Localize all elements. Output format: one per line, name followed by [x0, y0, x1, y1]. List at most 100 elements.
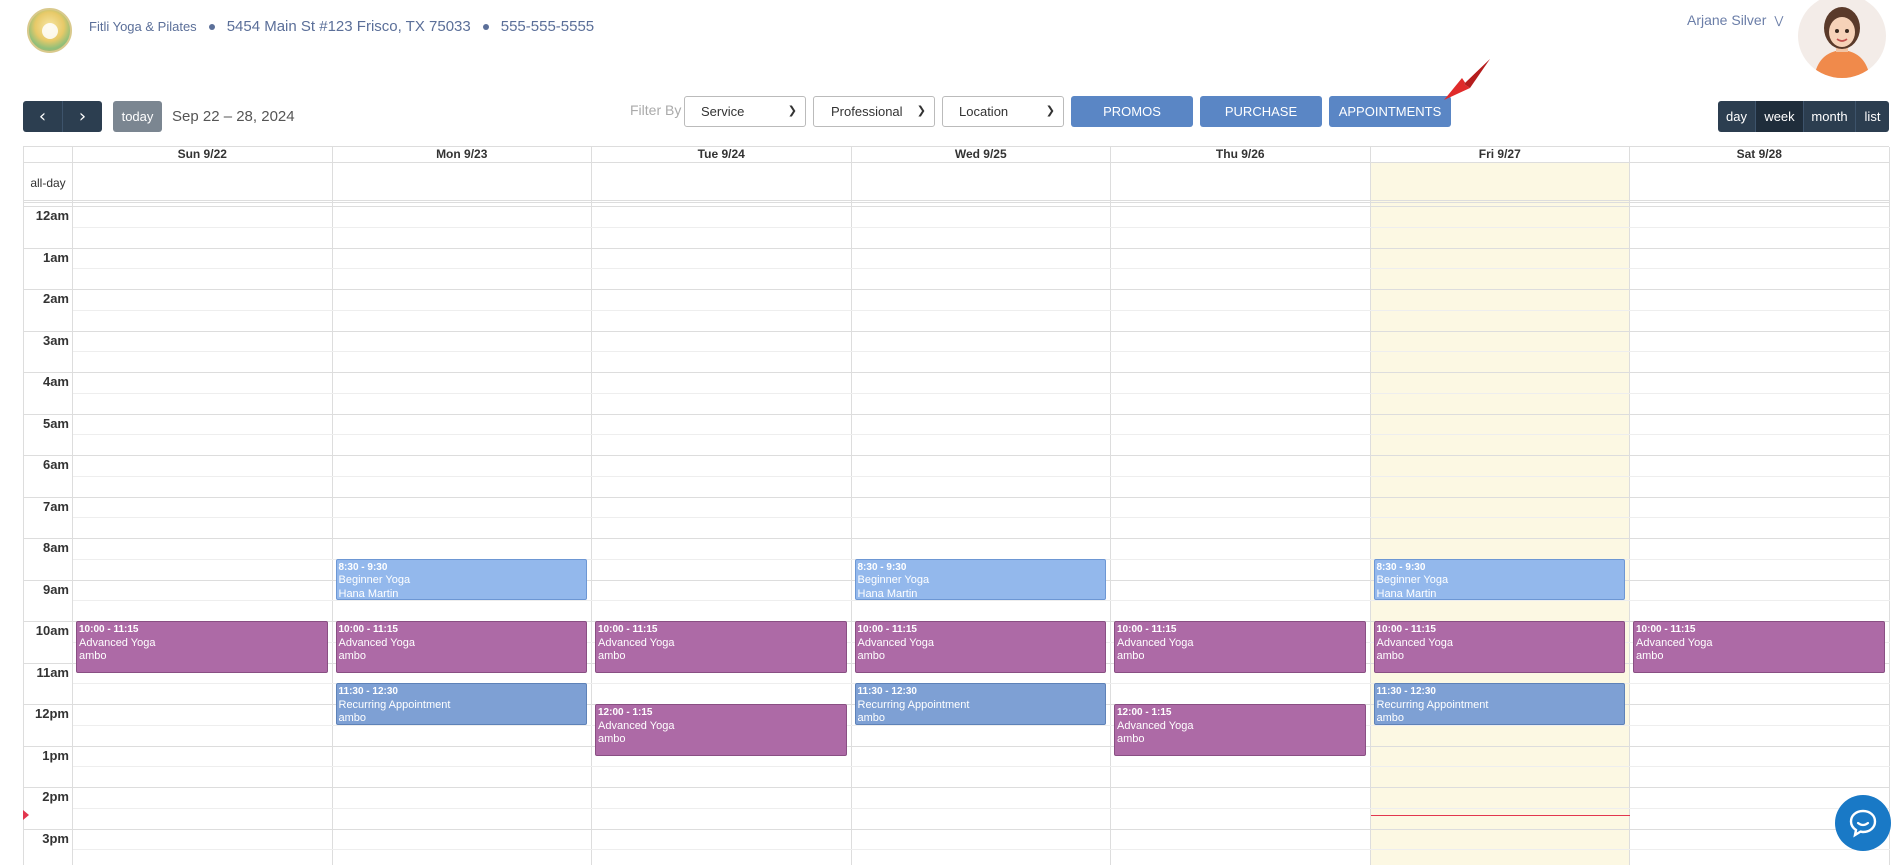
event-title: Advanced Yoga: [1636, 636, 1713, 649]
event-time: 10:00 - 11:15: [1117, 624, 1177, 635]
hour-line: [24, 745, 1890, 747]
calendar-event[interactable]: 12:00 - 1:15 Advanced Yoga ambo: [1114, 704, 1366, 756]
calendar-event[interactable]: 8:30 - 9:30 Beginner Yoga Hana Martin: [1373, 558, 1625, 601]
hour-line: [24, 206, 1890, 207]
chevron-right-icon: ›: [78, 106, 87, 127]
today-button[interactable]: today: [113, 101, 162, 132]
event-title: Recurring Appointment: [1376, 698, 1489, 711]
time-label: 1pm: [42, 747, 69, 763]
day-column[interactable]: [1370, 147, 1630, 865]
week-navigation: ‹ ›: [23, 101, 102, 132]
event-title: Beginner Yoga: [857, 574, 930, 587]
event-time: 10:00 - 11:15: [338, 624, 399, 635]
next-week-button[interactable]: ›: [63, 101, 102, 132]
chevron-down-icon: ❯: [916, 105, 926, 117]
event-time: 10:00 - 11:15: [598, 624, 658, 635]
time-label: 1am: [42, 249, 69, 265]
hour-line: [24, 372, 1890, 373]
hour-line: [24, 455, 1890, 456]
view-month-button[interactable]: month: [1804, 101, 1856, 132]
time-label: 9am: [42, 581, 69, 597]
event-professional: ambo: [338, 712, 367, 725]
calendar-event[interactable]: 10:00 - 11:15 Advanced Yoga ambo: [76, 621, 328, 673]
business-logo[interactable]: [27, 8, 72, 53]
hour-line: [24, 289, 1890, 290]
event-title: Advanced Yoga: [338, 636, 415, 649]
half-hour-line: [73, 309, 1890, 311]
service-select[interactable]: Service ❯: [684, 96, 806, 127]
purchase-button[interactable]: PURCHASE: [1200, 96, 1322, 127]
calendar-event[interactable]: 10:00 - 11:15 Advanced Yoga ambo: [1373, 621, 1625, 673]
now-indicator: [1370, 814, 1630, 816]
promos-button[interactable]: PROMOS: [1071, 96, 1193, 127]
half-hour-line: [73, 600, 1890, 602]
time-label: 7am: [42, 498, 69, 514]
day-header[interactable]: Sun 9/22: [73, 147, 333, 163]
event-professional: Hana Martin: [857, 587, 918, 600]
professional-select[interactable]: Professional ❯: [813, 96, 935, 127]
time-label: 2pm: [42, 789, 69, 804]
calendar-event[interactable]: 11:30 - 12:30 Recurring Appointment ambo: [1373, 683, 1625, 725]
event-title: Advanced Yoga: [1376, 636, 1453, 649]
event-professional: ambo: [598, 733, 626, 745]
event-time: 11:30 - 12:30: [338, 686, 399, 698]
view-list-button[interactable]: list: [1856, 101, 1889, 132]
calendar-event[interactable]: 10:00 - 11:15 Advanced Yoga ambo: [1114, 621, 1366, 673]
half-hour-line: [73, 849, 1890, 851]
chat-button[interactable]: [1835, 795, 1891, 851]
calendar-event[interactable]: 10:00 - 11:15 Advanced Yoga ambo: [854, 621, 1106, 673]
header-corner: [24, 147, 73, 163]
location-select[interactable]: Location ❯: [942, 96, 1064, 127]
day-column[interactable]: [73, 147, 333, 865]
calendar-event[interactable]: 8:30 - 9:30 Beginner Yoga Hana Martin: [854, 558, 1106, 601]
user-menu[interactable]: Arjane Silver ⋁: [1687, 12, 1783, 28]
event-professional: ambo: [857, 650, 886, 662]
day-header[interactable]: Mon 9/23: [332, 147, 592, 163]
event-professional: ambo: [1117, 650, 1145, 662]
day-header[interactable]: Thu 9/26: [1111, 147, 1371, 163]
event-title: Advanced Yoga: [1117, 636, 1194, 649]
time-label: 10am: [35, 623, 69, 638]
event-professional: ambo: [857, 712, 886, 725]
day-column[interactable]: [333, 147, 592, 865]
half-hour-line: [73, 724, 1890, 726]
event-title: Advanced Yoga: [598, 719, 675, 732]
event-title: Recurring Appointment: [338, 698, 451, 711]
calendar-event[interactable]: 11:30 - 12:30 Recurring Appointment ambo: [854, 683, 1106, 725]
location-select-value: Location: [959, 104, 1009, 119]
user-name: Arjane Silver: [1687, 12, 1767, 28]
red-arrow-icon: [1444, 59, 1490, 100]
business-phone: 555-555-5555: [500, 18, 595, 35]
calendar-event[interactable]: 10:00 - 11:15 Advanced Yoga ambo: [1633, 621, 1885, 673]
event-time: 10:00 - 11:15: [857, 624, 918, 635]
event-time: 11:30 - 12:30: [1376, 686, 1437, 698]
day-header[interactable]: Sat 9/28: [1630, 147, 1890, 163]
event-title: Beginner Yoga: [338, 574, 411, 587]
view-week-button[interactable]: week: [1756, 101, 1804, 132]
business-name: Fitli Yoga & Pilates: [89, 19, 197, 34]
view-day-button[interactable]: day: [1718, 101, 1756, 132]
day-header[interactable]: Fri 9/27: [1370, 147, 1630, 163]
event-title: Beginner Yoga: [1376, 574, 1449, 587]
service-select-value: Service: [701, 104, 745, 119]
calendar-event[interactable]: 10:00 - 11:15 Advanced Yoga ambo: [335, 621, 587, 673]
prev-week-button[interactable]: ‹: [23, 101, 63, 132]
day-column[interactable]: [1111, 147, 1371, 865]
day-header[interactable]: Wed 9/25: [851, 147, 1111, 163]
calendar-event[interactable]: 10:00 - 11:15 Advanced Yoga ambo: [595, 621, 847, 673]
day-column[interactable]: [592, 147, 852, 865]
time-label: 12pm: [35, 706, 69, 721]
event-professional: ambo: [1117, 733, 1145, 745]
day-column[interactable]: [1630, 147, 1890, 865]
calendar-event[interactable]: 12:00 - 1:15 Advanced Yoga ambo: [595, 704, 847, 756]
day-column[interactable]: [852, 147, 1111, 865]
calendar-event[interactable]: 11:30 - 12:30 Recurring Appointment ambo: [335, 683, 587, 725]
event-title: Advanced Yoga: [857, 636, 934, 649]
event-title: Advanced Yoga: [598, 636, 675, 649]
day-header[interactable]: Tue 9/24: [592, 147, 852, 163]
appointments-button[interactable]: APPOINTMENTS: [1329, 96, 1451, 127]
time-label: 3pm: [42, 830, 69, 846]
app-root: Fitli Yoga & Pilates 5454 Main St #123 F…: [0, 0, 1898, 865]
avatar[interactable]: [1798, 0, 1886, 78]
calendar-event[interactable]: 8:30 - 9:30 Beginner Yoga Hana Martin: [335, 558, 587, 601]
